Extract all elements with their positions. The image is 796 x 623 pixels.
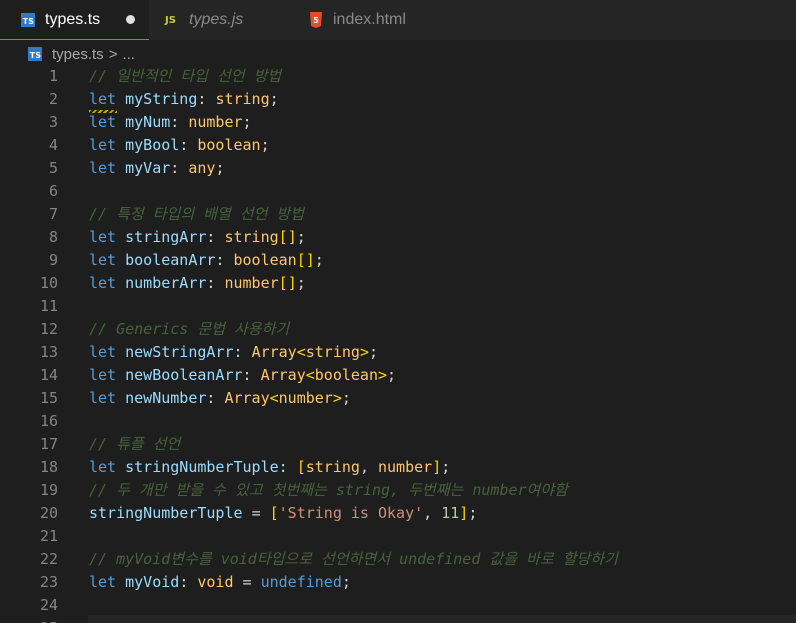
line-number: 7 (48, 205, 58, 223)
line-number: 10 (39, 274, 58, 292)
code-text: // 특정 타입의 배열 선언 방법 (89, 205, 305, 223)
warning-squiggle (89, 110, 117, 113)
code-text: let myVoid: void = undefined; (89, 573, 351, 591)
code-text: // myVoid변수를 void타입으로 선언하면서 undefined 값을… (89, 550, 618, 568)
html5-icon: 5 (310, 12, 322, 28)
tab-bar: TS types.ts JS types.js 5 index.html (0, 0, 796, 40)
code-text: let stringNumberTuple: [string, number]; (89, 458, 451, 476)
code-line[interactable]: 22 // myVoid변수를 void타입으로 선언하면서 undefined … (0, 548, 796, 571)
line-number: 24 (39, 596, 58, 614)
line-number: 2 (48, 90, 58, 108)
line-number: 3 (48, 113, 58, 131)
code-text: let stringArr: string[]; (89, 228, 306, 246)
line-number: 15 (39, 389, 58, 407)
breadcrumb-file[interactable]: types.ts (52, 46, 104, 63)
tab-index-html[interactable]: 5 index.html (309, 0, 459, 40)
breadcrumb: TS types.ts > ... (0, 40, 796, 68)
code-text: let numberArr: number[]; (89, 274, 306, 292)
breadcrumb-symbols[interactable]: ... (122, 46, 135, 63)
code-line[interactable]: 5 let myVar: any; (0, 157, 796, 180)
line-number: 12 (39, 320, 58, 338)
code-text: // 두 개만 받을 수 있고 첫번째는 string, 두번째는 number… (89, 481, 568, 499)
line-number: 22 (39, 550, 58, 568)
typescript-file-icon: TS (28, 47, 42, 61)
code-line[interactable]: 10 let numberArr: number[]; (0, 272, 796, 295)
code-line[interactable]: 2 let myString: string; (0, 88, 796, 111)
code-line[interactable]: 3 let myNum: number; (0, 111, 796, 134)
line-number: 21 (39, 527, 58, 545)
line-number: 14 (39, 366, 58, 384)
line-number: 19 (39, 481, 58, 499)
code-line[interactable]: 12 // Generics 문법 사용하기 (0, 318, 796, 341)
code-line[interactable]: 20 stringNumberTuple = ['String is Okay',… (0, 502, 796, 525)
code-line[interactable]: 24 (0, 594, 796, 617)
unsaved-dot-icon[interactable] (126, 15, 135, 24)
typescript-file-icon: TS (21, 12, 35, 27)
svg-text:5: 5 (313, 16, 319, 25)
code-line[interactable]: 7 // 특정 타입의 배열 선언 방법 (0, 203, 796, 226)
line-number: 23 (39, 573, 58, 591)
code-line[interactable]: 1 // 일반적인 타입 선언 방법 (0, 68, 796, 88)
code-text: let newBooleanArr: Array<boolean>; (89, 366, 397, 384)
line-number: 13 (39, 343, 58, 361)
line-number: 1 (48, 68, 58, 85)
code-text: let myBool: boolean; (89, 136, 270, 154)
javascript-file-icon: JS (165, 14, 176, 26)
line-number: 25 (0, 617, 58, 623)
code-text: stringNumberTuple = ['String is Okay', 1… (89, 504, 478, 522)
code-text: let myString: string; (89, 90, 279, 108)
code-text: let myVar: any; (89, 159, 225, 177)
code-text: let booleanArr: boolean[]; (89, 251, 324, 269)
code-line[interactable]: 14 let newBooleanArr: Array<boolean>; (0, 364, 796, 387)
code-text: let newNumber: Array<number>; (89, 389, 351, 407)
code-line[interactable]: 8 let stringArr: string[]; (0, 226, 796, 249)
code-text: let myNum: number; (89, 113, 252, 131)
code-text: // Generics 문법 사용하기 (89, 320, 290, 338)
line-number: 18 (39, 458, 58, 476)
code-line[interactable]: 9 let booleanArr: boolean[]; (0, 249, 796, 272)
line-number: 20 (39, 504, 58, 522)
line-number: 6 (48, 182, 58, 200)
code-text: // 일반적인 타입 선언 방법 (89, 68, 282, 85)
code-line[interactable]: 16 (0, 410, 796, 433)
code-line[interactable]: 11 (0, 295, 796, 318)
tab-types-ts[interactable]: TS types.ts (0, 0, 149, 40)
code-text: let newStringArr: Array<string>; (89, 343, 378, 361)
line-number: 8 (48, 228, 58, 246)
code-line[interactable]: 21 (0, 525, 796, 548)
tab-label: types.ts (45, 10, 101, 28)
code-line[interactable]: 13 let newStringArr: Array<string>; (0, 341, 796, 364)
tab-label: index.html (333, 11, 406, 28)
code-line[interactable]: 18 let stringNumberTuple: [string, number… (0, 456, 796, 479)
line-number: 17 (39, 435, 58, 453)
code-line[interactable]: 17 // 튜플 선언 (0, 433, 796, 456)
tab-label: types.js (189, 11, 244, 28)
code-line[interactable]: 6 (0, 180, 796, 203)
code-line[interactable]: 23 let myVoid: void = undefined; (0, 571, 796, 594)
line-number: 4 (48, 136, 58, 154)
code-editor[interactable]: 252423let myVoid: void = undefined;22// … (0, 68, 796, 623)
code-line[interactable]: 4 let myBool: boolean; (0, 134, 796, 157)
horizontal-scrollbar[interactable] (88, 615, 796, 623)
code-line[interactable]: 15 let newNumber: Array<number>; (0, 387, 796, 410)
line-number: 5 (48, 159, 58, 177)
code-text: // 튜플 선언 (89, 435, 181, 453)
line-number: 11 (39, 297, 58, 315)
line-number: 16 (39, 412, 58, 430)
line-number: 9 (48, 251, 58, 269)
tab-types-js[interactable]: JS types.js (165, 0, 315, 40)
code-line[interactable]: 19 // 두 개만 받을 수 있고 첫번째는 string, 두번째는 numb… (0, 479, 796, 502)
breadcrumb-separator: > (108, 45, 118, 63)
